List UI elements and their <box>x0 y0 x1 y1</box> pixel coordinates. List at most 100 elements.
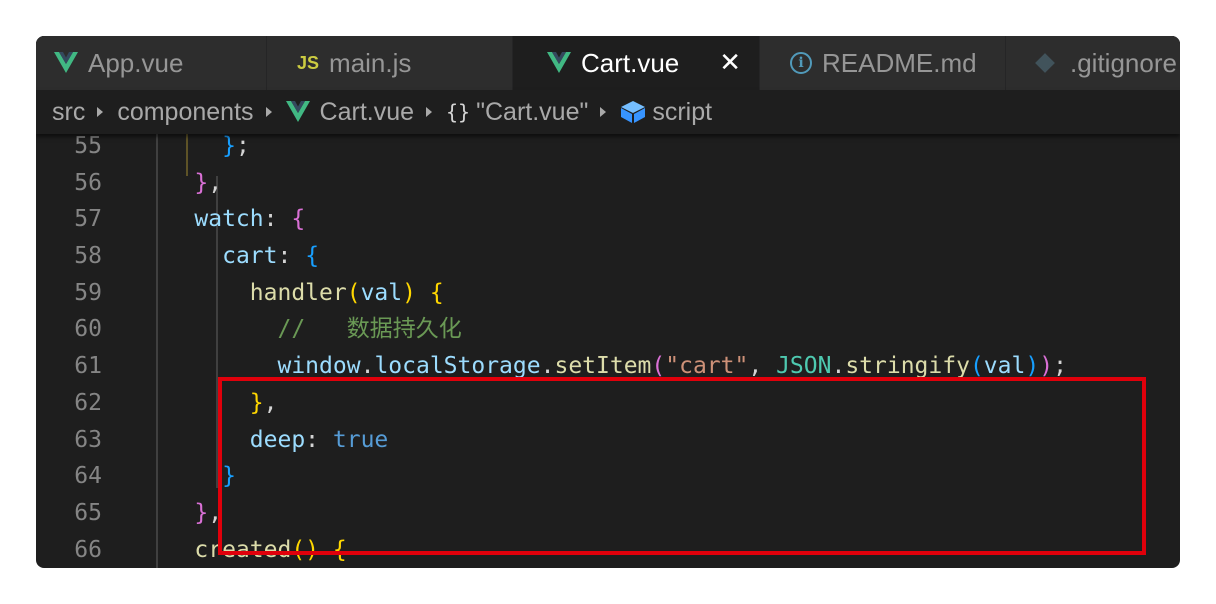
code-token: ( <box>346 280 361 306</box>
code-token: ) <box>1039 353 1054 379</box>
code-token: { <box>429 280 444 306</box>
breadcrumb-item-components[interactable]: components <box>117 98 253 127</box>
line-code: }, <box>139 165 222 202</box>
js-icon: JS <box>297 52 320 73</box>
line-number: 56 <box>74 170 102 196</box>
tab-cart-vue[interactable]: Cart.vue ✕ <box>513 36 759 90</box>
code-line[interactable]: 55 }; <box>36 134 1180 165</box>
code-token: . <box>540 353 555 379</box>
code-token: // 数据持久化 <box>277 316 462 342</box>
line-number: 64 <box>74 463 102 489</box>
tab-label: README.md <box>822 47 977 78</box>
code-token: . <box>831 353 846 379</box>
code-token: JSON <box>776 353 832 379</box>
code-token: ) <box>1025 353 1040 379</box>
code-token: : <box>277 243 306 269</box>
close-icon[interactable]: ✕ <box>719 48 741 78</box>
code-token: watch <box>194 206 264 232</box>
tab-gitignore[interactable]: .gitignore <box>1006 36 1180 90</box>
tab-main-js[interactable]: JS main.js <box>267 36 512 90</box>
code-token: handler <box>249 280 347 306</box>
tab-label: Cart.vue <box>581 47 680 78</box>
code-line[interactable]: 58 cart: { <box>36 238 1180 275</box>
code-token: localStorage <box>374 353 541 379</box>
code-token: ; <box>235 134 250 159</box>
line-code: }; <box>139 134 250 165</box>
chevron-right-icon <box>600 107 607 117</box>
line-number: 66 <box>74 537 102 563</box>
tab-app-vue[interactable]: App.vue <box>36 36 266 90</box>
code-token: stringify <box>845 353 970 379</box>
breadcrumb-item-module[interactable]: {} "Cart.vue" <box>446 98 588 127</box>
tab-label: App.vue <box>88 47 184 78</box>
code-token: , <box>748 353 777 379</box>
code-editor[interactable]: 55 }; 56 }, 57 watch: {58 cart: {59 handle… <box>36 134 1180 568</box>
code-line[interactable]: 60 // 数据持久化 <box>36 311 1180 348</box>
code-token: , <box>208 170 223 196</box>
line-number: 55 <box>74 134 102 159</box>
breadcrumb: src components Cart.vue {} "Cart.vue" sc… <box>36 90 1180 134</box>
code-token: } <box>194 170 209 196</box>
line-number: 60 <box>74 316 102 342</box>
code-token: : <box>263 206 292 232</box>
tab-label: .gitignore <box>1070 47 1177 78</box>
editor-window: App.vue JS main.js Cart.vue ✕ i README.m… <box>36 36 1180 568</box>
breadcrumb-item-cart-vue[interactable]: Cart.vue <box>285 97 415 127</box>
chevron-right-icon <box>265 107 272 117</box>
vue-icon <box>547 52 571 74</box>
breadcrumb-item-src[interactable]: src <box>52 98 85 127</box>
line-number: 59 <box>74 280 102 306</box>
code-token: setItem <box>554 353 652 379</box>
tab-label: main.js <box>329 47 412 78</box>
line-number: 65 <box>74 500 102 526</box>
vue-icon <box>285 101 310 123</box>
code-token: val <box>983 353 1026 379</box>
code-line[interactable]: 57 watch: { <box>36 201 1180 238</box>
line-code: handler(val) { <box>139 275 444 312</box>
breadcrumb-label: script <box>652 97 713 126</box>
code-token: window <box>277 353 361 379</box>
code-token: . <box>360 353 375 379</box>
code-token: cart <box>222 243 278 269</box>
line-number: 58 <box>74 243 102 269</box>
vue-icon <box>54 52 78 74</box>
line-number: 63 <box>74 427 102 453</box>
code-token: val <box>360 280 403 306</box>
code-token: } <box>194 500 209 526</box>
line-number: 61 <box>74 353 102 379</box>
line-code: cart: { <box>139 238 319 275</box>
braces-icon: {} <box>446 100 471 124</box>
code-line[interactable]: 56 }, <box>36 165 1180 202</box>
line-number: 62 <box>74 390 102 416</box>
cube-icon <box>620 100 646 124</box>
chevron-right-icon <box>97 107 104 117</box>
code-token: ( <box>969 353 984 379</box>
code-token: } <box>222 134 236 159</box>
code-token: { <box>305 243 320 269</box>
line-code: }, <box>139 495 222 532</box>
tab-bar: App.vue JS main.js Cart.vue ✕ i README.m… <box>36 36 1180 90</box>
line-number: 57 <box>74 206 102 232</box>
line-code: watch: { <box>139 201 305 238</box>
chevron-right-icon <box>426 107 433 117</box>
highlight-box <box>218 377 1146 555</box>
code-token: "cart" <box>665 353 749 379</box>
breadcrumb-item-script[interactable]: script <box>620 98 712 127</box>
line-code: // 数据持久化 <box>139 311 462 348</box>
info-icon: i <box>790 52 812 74</box>
code-line[interactable]: 59 handler(val) { <box>36 275 1180 312</box>
tab-readme-md[interactable]: i README.md <box>760 36 1005 90</box>
code-token: { <box>291 206 306 232</box>
breadcrumb-label: "Cart.vue" <box>476 97 589 126</box>
breadcrumb-label: Cart.vue <box>319 97 415 126</box>
